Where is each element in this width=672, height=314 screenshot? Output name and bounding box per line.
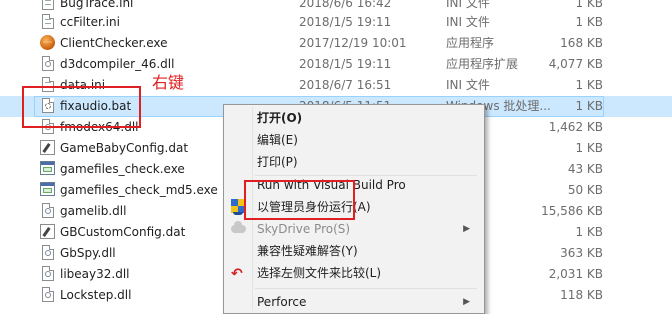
file-size: 168 KB [560, 36, 603, 50]
file-name: ClientChecker.exe [60, 36, 168, 50]
dll-file-icon [40, 56, 56, 72]
dll-file-icon [40, 245, 56, 261]
file-size: 1 KB [575, 15, 603, 29]
right-click-annotation: 右键 [152, 73, 185, 92]
dat-file-icon [40, 140, 56, 156]
compare-arrow-icon: ↶ [231, 266, 243, 282]
submenu-arrow-icon: ▶ [463, 297, 470, 307]
menu-separator [255, 288, 477, 289]
menu-item-perforce[interactable]: Perforce ▶ [226, 291, 482, 313]
menu-item-print[interactable]: 打印(P) [226, 151, 482, 173]
menu-item-label: 兼容性疑难解答(Y) [257, 244, 358, 258]
file-date: 2018/1/5 19:11 [299, 57, 392, 71]
file-size: 50 KB [567, 183, 603, 197]
menu-item-skydrive-pro[interactable]: SkyDrive Pro(S) ▶ [226, 218, 482, 240]
file-name: d3dcompiler_46.dll [60, 57, 175, 71]
menu-item-open[interactable]: 打开(O) [226, 107, 482, 129]
file-size: 2,031 KB [548, 267, 603, 281]
menu-item-edit[interactable]: 编辑(E) [226, 129, 482, 151]
file-date: 2018/1/5 19:11 [299, 15, 392, 29]
dll-file-icon [40, 287, 56, 303]
file-size: 43 KB [567, 162, 603, 176]
file-size: 1 KB [575, 225, 603, 239]
menu-item-label: 选择左侧文件来比较(L) [257, 266, 382, 280]
file-row[interactable]: ClientChecker.exe 2017/12/19 10:01 应用程序 … [0, 33, 672, 54]
menu-item-label: 编辑(E) [257, 133, 298, 147]
cloud-icon [231, 221, 247, 237]
file-size: 15,586 KB [541, 204, 603, 218]
file-size: 1 KB [575, 99, 603, 113]
file-size: 363 KB [560, 246, 603, 260]
dll-file-icon [40, 266, 56, 282]
submenu-arrow-icon: ▶ [463, 224, 470, 234]
file-date: 2017/12/19 10:01 [299, 36, 407, 50]
menu-item-label: 打印(P) [257, 155, 298, 169]
window-exe-icon [40, 182, 56, 198]
menu-item-compat-troubleshoot[interactable]: 兼容性疑难解答(Y) [226, 240, 482, 262]
file-date: 2018/6/7 16:51 [299, 78, 392, 92]
orb-exe-icon [40, 35, 56, 51]
menu-item-label: Perforce [257, 295, 307, 309]
window-exe-icon [40, 161, 56, 177]
annotation-box-run-as-admin [244, 180, 355, 220]
file-row[interactable]: d3dcompiler_46.dll 2018/1/5 19:11 应用程序扩展… [0, 54, 672, 75]
file-size: 1 KB [575, 141, 603, 155]
file-size: 118 KB [560, 288, 603, 302]
file-size: 1 KB [575, 78, 603, 92]
ini-file-icon [40, 0, 56, 11]
ini-file-icon [40, 14, 56, 30]
menu-item-label: SkyDrive Pro(S) [257, 222, 351, 236]
file-row[interactable]: ccFilter.ini 2018/1/5 19:11 INI 文件 1 KB [0, 12, 672, 33]
menu-item-compare-left[interactable]: ↶ 选择左侧文件来比较(L) [226, 262, 482, 284]
file-size: 1,462 KB [548, 120, 603, 134]
dll-file-icon [40, 203, 56, 219]
file-name: ccFilter.ini [60, 15, 120, 29]
annotation-box-file [22, 86, 141, 128]
dat-file-icon [40, 224, 56, 240]
menu-item-label: 打开(O) [257, 111, 303, 125]
file-size: 4,077 KB [548, 57, 603, 71]
